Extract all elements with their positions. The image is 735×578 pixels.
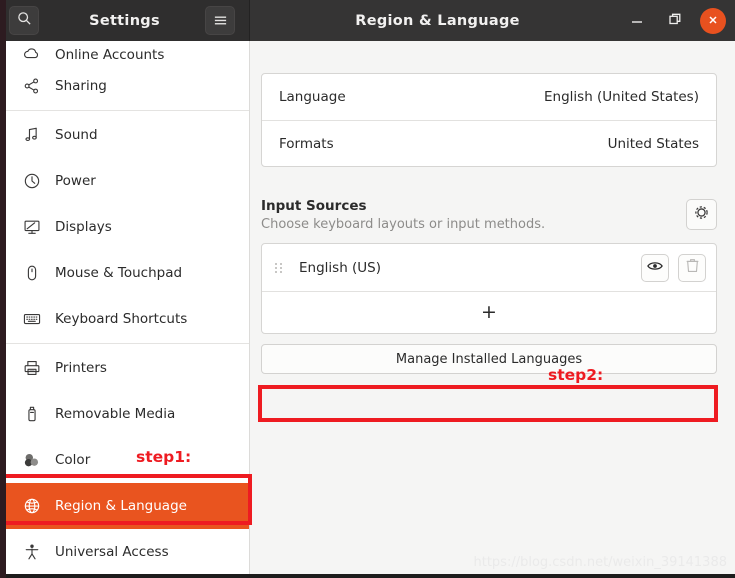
sidebar-item-sound[interactable]: Sound: [6, 112, 249, 158]
manage-installed-languages-label: Manage Installed Languages: [395, 351, 583, 367]
sidebar-item-label: Color: [55, 452, 91, 468]
row-formats[interactable]: Formats United States: [262, 120, 716, 166]
preview-layout-button[interactable]: [641, 253, 669, 282]
sidebar-separator: [6, 110, 249, 111]
window-bottom-edge: [0, 574, 735, 578]
sidebar-item-label: Online Accounts: [55, 47, 165, 63]
close-icon: [707, 11, 719, 30]
annotation-label-step2: step2:: [548, 366, 604, 384]
sidebar-item-mouse-touchpad[interactable]: Mouse & Touchpad: [6, 250, 249, 296]
row-language[interactable]: Language English (United States): [262, 74, 716, 120]
language-label: Language: [279, 89, 346, 105]
sidebar-item-removable-media[interactable]: Removable Media: [6, 391, 249, 437]
add-input-source-button[interactable]: +: [262, 291, 716, 333]
input-source-name: English (US): [299, 259, 382, 276]
sidebar-item-region-language[interactable]: Region & Language: [6, 483, 249, 529]
formats-label: Formats: [279, 135, 334, 152]
general-card: Language English (United States) Formats…: [261, 73, 717, 167]
sidebar-item-label: Power: [55, 173, 96, 189]
window-left-edge: [0, 0, 6, 578]
window-controls: [624, 0, 726, 41]
sound-icon: [22, 126, 41, 145]
watermark: https://blog.csdn.net/weixin_39141388: [473, 555, 727, 570]
minimize-button[interactable]: [624, 8, 650, 34]
content-header: Region & Language: [250, 0, 735, 41]
input-sources-card: English (US) +: [261, 243, 717, 334]
region-language-panel: Language English (United States) Formats…: [250, 41, 735, 578]
cloud-icon: [22, 44, 41, 63]
trash-icon: [686, 258, 699, 277]
search-button[interactable]: [9, 6, 39, 35]
share-icon: [22, 77, 41, 96]
sidebar-item-label: Sound: [55, 127, 98, 143]
input-sources-subtitle: Choose keyboard layouts or input methods…: [261, 217, 546, 232]
sidebar-item-power[interactable]: Power: [6, 158, 249, 204]
color-icon: [22, 451, 41, 470]
sidebar-item-label: Region & Language: [55, 498, 187, 514]
printer-icon: [22, 359, 41, 378]
gear-icon: [693, 204, 710, 225]
power-icon: [22, 172, 41, 191]
usb-drive-icon: [22, 405, 41, 424]
main-menu-button[interactable]: [205, 6, 235, 35]
globe-icon: [22, 497, 41, 516]
mouse-icon: [22, 264, 41, 283]
input-sources-options-button[interactable]: [686, 199, 717, 230]
display-icon: [22, 218, 41, 237]
language-value: English (United States): [544, 89, 699, 105]
sidebar-item-color[interactable]: Color: [6, 437, 249, 483]
sidebar-item-printers[interactable]: Printers: [6, 345, 249, 391]
input-source-row[interactable]: English (US): [262, 244, 716, 291]
drag-handle-icon[interactable]: [275, 262, 285, 273]
sidebar-item-label: Removable Media: [55, 406, 176, 422]
sidebar-list: Online Accounts Sharing Sound Power Displays…: [6, 41, 249, 575]
formats-value: United States: [607, 135, 699, 152]
sidebar-item-label: Displays: [55, 219, 112, 235]
keyboard-icon: [22, 310, 41, 329]
manage-languages-wrap: Manage Installed Languages: [261, 344, 717, 374]
sidebar-item-universal-access[interactable]: Universal Access: [6, 529, 249, 575]
sidebar-separator: [6, 343, 249, 344]
plus-icon: +: [481, 301, 497, 323]
sidebar-item-displays[interactable]: Displays: [6, 204, 249, 250]
sidebar-item-keyboard-shortcuts[interactable]: Keyboard Shortcuts: [6, 296, 249, 342]
sidebar-item-label: Sharing: [55, 78, 107, 94]
sidebar-item-online-accounts[interactable]: Online Accounts: [6, 41, 249, 63]
input-sources-title: Input Sources: [261, 198, 367, 214]
input-sources-heading-text: Input Sources Choose keyboard layouts or…: [261, 198, 545, 232]
sidebar-item-label: Universal Access: [55, 544, 169, 560]
maximize-button[interactable]: [662, 8, 688, 34]
search-icon: [17, 11, 32, 30]
accessibility-icon: [22, 543, 41, 562]
input-sources-header: Input Sources Choose keyboard layouts or…: [261, 198, 717, 232]
manage-installed-languages-button[interactable]: Manage Installed Languages: [261, 344, 717, 374]
hamburger-menu-icon: [213, 11, 228, 30]
sidebar-item-label: Printers: [55, 360, 107, 376]
annotation-label-step1: step1:: [136, 448, 192, 466]
close-button[interactable]: [700, 7, 726, 34]
remove-source-button[interactable]: [678, 253, 706, 282]
sidebar-item-sharing[interactable]: Sharing: [6, 63, 249, 109]
settings-sidebar[interactable]: Online Accounts Sharing Sound Power Displays…: [6, 41, 250, 578]
minimize-icon: [630, 11, 644, 30]
sidebar-header: Settings: [0, 0, 250, 41]
window-header-bar: Settings Region & Language: [0, 0, 735, 41]
restore-window-icon: [668, 11, 682, 30]
sidebar-item-label: Mouse & Touchpad: [55, 265, 183, 281]
settings-window: Settings Region & Language Online Accoun…: [0, 0, 735, 578]
sidebar-item-label: Keyboard Shortcuts: [55, 311, 188, 327]
eye-icon: [647, 260, 663, 276]
